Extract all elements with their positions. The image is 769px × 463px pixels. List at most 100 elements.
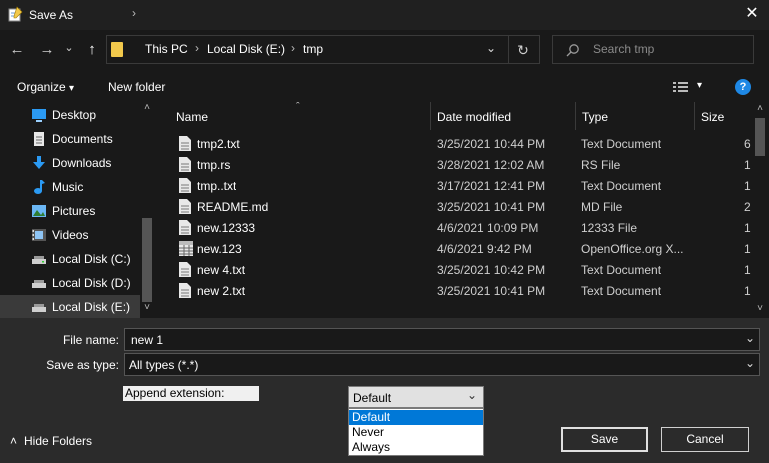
folder-icon bbox=[111, 42, 123, 57]
view-options-caret-icon[interactable]: ▾ bbox=[697, 80, 702, 91]
sidebar-item-local-disk-c[interactable]: Local Disk (C:) bbox=[0, 247, 140, 271]
file-date: 3/25/2021 10:44 PM bbox=[437, 137, 546, 151]
sidebar-item-label: Documents bbox=[52, 132, 113, 146]
sidebar-item-label: Downloads bbox=[52, 156, 112, 170]
breadcrumb-this-pc[interactable]: This PC bbox=[145, 42, 188, 56]
file-name-value: new 1 bbox=[131, 333, 164, 347]
back-arrow-icon[interactable]: ← bbox=[8, 40, 26, 60]
view-details-icon[interactable] bbox=[672, 80, 690, 94]
file-date: 3/17/2021 12:41 PM bbox=[437, 179, 546, 193]
drive-icon bbox=[32, 304, 46, 312]
save-as-type-select[interactable]: All types (*.*) ⌄ bbox=[124, 353, 760, 376]
up-arrow-icon[interactable]: ↑ bbox=[83, 40, 101, 60]
file-row[interactable]: new.123 4/6/2021 9:42 PM OpenOffice.org … bbox=[170, 239, 751, 260]
file-date: 4/6/2021 10:09 PM bbox=[437, 221, 539, 235]
title-bar bbox=[0, 0, 769, 30]
file-name: README.md bbox=[197, 200, 269, 214]
file-type: 12333 File bbox=[581, 221, 638, 235]
scroll-up-icon[interactable]: ˄ bbox=[141, 102, 153, 114]
recent-locations-chevron-icon[interactable]: ⌄ bbox=[62, 38, 76, 58]
file-name-field[interactable]: new 1 ⌄ bbox=[124, 328, 760, 351]
file-name: tmp2.txt bbox=[197, 137, 240, 151]
chevron-down-icon[interactable]: ⌄ bbox=[745, 331, 755, 345]
file-row[interactable]: tmp..txt 3/17/2021 12:41 PM Text Documen… bbox=[170, 176, 751, 197]
file-date: 3/25/2021 10:41 PM bbox=[437, 284, 546, 298]
breadcrumb-separator: › bbox=[195, 41, 199, 55]
caret-down-icon: ▾ bbox=[69, 83, 75, 94]
column-divider[interactable] bbox=[694, 102, 695, 130]
organize-menu-button[interactable]: Organize ▾ bbox=[17, 80, 74, 94]
address-divider bbox=[508, 35, 509, 64]
sidebar-scroll-thumb[interactable] bbox=[142, 218, 152, 302]
refresh-icon[interactable]: ↻ bbox=[515, 40, 531, 60]
hide-folders-label: Hide Folders bbox=[24, 434, 93, 448]
search-input[interactable]: Search tmp bbox=[593, 42, 654, 56]
text-file-icon bbox=[179, 283, 191, 298]
breadcrumb-separator: › bbox=[291, 41, 295, 55]
notepad-app-icon bbox=[8, 6, 23, 22]
sidebar-item-documents[interactable]: Documents bbox=[0, 127, 140, 151]
file-row[interactable]: new 4.txt 3/25/2021 10:42 PM Text Docume… bbox=[170, 260, 751, 281]
breadcrumb-tmp[interactable]: tmp bbox=[303, 42, 323, 56]
sidebar-item-music[interactable]: Music bbox=[0, 175, 140, 199]
file-date: 3/28/2021 12:02 AM bbox=[437, 158, 545, 172]
dropdown-option-never[interactable]: Never bbox=[349, 425, 483, 440]
file-icon bbox=[179, 199, 191, 214]
save-button[interactable]: Save bbox=[561, 427, 648, 452]
append-extension-combobox[interactable]: Default ⌄ bbox=[348, 386, 484, 408]
sidebar-item-videos[interactable]: Videos bbox=[0, 223, 140, 247]
breadcrumb-local-disk-e[interactable]: Local Disk (E:) bbox=[207, 42, 285, 56]
file-name: new 2.txt bbox=[197, 284, 246, 298]
pictures-icon bbox=[32, 205, 46, 217]
file-type: RS File bbox=[581, 158, 621, 172]
close-icon[interactable]: ✕ bbox=[742, 4, 762, 24]
file-name: new 4.txt bbox=[197, 263, 246, 277]
sort-ascending-icon: ˆ bbox=[296, 101, 300, 113]
scroll-down-icon[interactable]: ˅ bbox=[141, 302, 153, 314]
file-type: MD File bbox=[581, 200, 623, 214]
scroll-down-icon[interactable]: ˅ bbox=[753, 303, 767, 315]
scroll-up-icon[interactable]: ˄ bbox=[753, 103, 767, 115]
sidebar-item-label: Music bbox=[52, 180, 84, 194]
file-name: new.123 bbox=[197, 242, 242, 256]
file-name: tmp.rs bbox=[197, 158, 231, 172]
chevron-down-icon[interactable]: ⌄ bbox=[745, 356, 755, 370]
file-row[interactable]: new.12333 4/6/2021 10:09 PM 12333 File 1 bbox=[170, 218, 751, 239]
sidebar-item-local-disk-e[interactable]: Local Disk (E:) bbox=[0, 295, 140, 318]
file-type: Text Document bbox=[581, 137, 662, 151]
dropdown-option-default[interactable]: Default bbox=[349, 410, 483, 425]
address-dropdown-chevron-icon[interactable]: ⌄ bbox=[484, 38, 498, 58]
file-row[interactable]: tmp2.txt 3/25/2021 10:44 PM Text Documen… bbox=[170, 134, 751, 155]
save-as-type-value: All types (*.*) bbox=[129, 358, 199, 372]
new-folder-button[interactable]: New folder bbox=[108, 80, 165, 94]
documents-icon bbox=[34, 132, 44, 146]
dropdown-option-always[interactable]: Always bbox=[349, 440, 483, 455]
breadcrumb-separator: › bbox=[132, 6, 136, 20]
column-divider[interactable] bbox=[575, 102, 576, 130]
column-divider[interactable] bbox=[430, 102, 431, 130]
text-file-icon bbox=[179, 136, 191, 151]
file-name: new.12333 bbox=[197, 221, 256, 235]
sidebar-item-downloads[interactable]: Downloads bbox=[0, 151, 140, 175]
sidebar-item-label: Desktop bbox=[52, 108, 97, 122]
sidebar-item-label: Local Disk (C:) bbox=[52, 252, 131, 266]
search-icon bbox=[566, 44, 579, 57]
chevron-up-icon: ˄ bbox=[10, 434, 18, 448]
chevron-down-icon[interactable]: ⌄ bbox=[467, 388, 477, 402]
downloads-icon bbox=[33, 156, 45, 169]
file-name: tmp..txt bbox=[197, 179, 237, 193]
file-row[interactable]: tmp.rs 3/28/2021 12:02 AM RS File 1 bbox=[170, 155, 751, 176]
videos-icon bbox=[32, 229, 46, 241]
forward-arrow-icon[interactable]: → bbox=[38, 40, 56, 60]
drive-icon bbox=[32, 256, 46, 264]
help-icon[interactable]: ? bbox=[735, 79, 751, 95]
file-row[interactable]: README.md 3/25/2021 10:41 PM MD File 2 bbox=[170, 197, 751, 218]
file-row[interactable]: new 2.txt 3/25/2021 10:41 PM Text Docume… bbox=[170, 281, 751, 302]
file-list-scroll-thumb[interactable] bbox=[755, 118, 765, 156]
sidebar-item-pictures[interactable]: Pictures bbox=[0, 199, 140, 223]
sidebar-item-desktop[interactable]: Desktop bbox=[0, 103, 140, 127]
sidebar-item-local-disk-d[interactable]: Local Disk (D:) bbox=[0, 271, 140, 295]
cancel-button[interactable]: Cancel bbox=[661, 427, 749, 452]
drive-icon bbox=[32, 280, 46, 288]
hide-folders-toggle[interactable]: ˄ Hide Folders bbox=[10, 434, 92, 448]
